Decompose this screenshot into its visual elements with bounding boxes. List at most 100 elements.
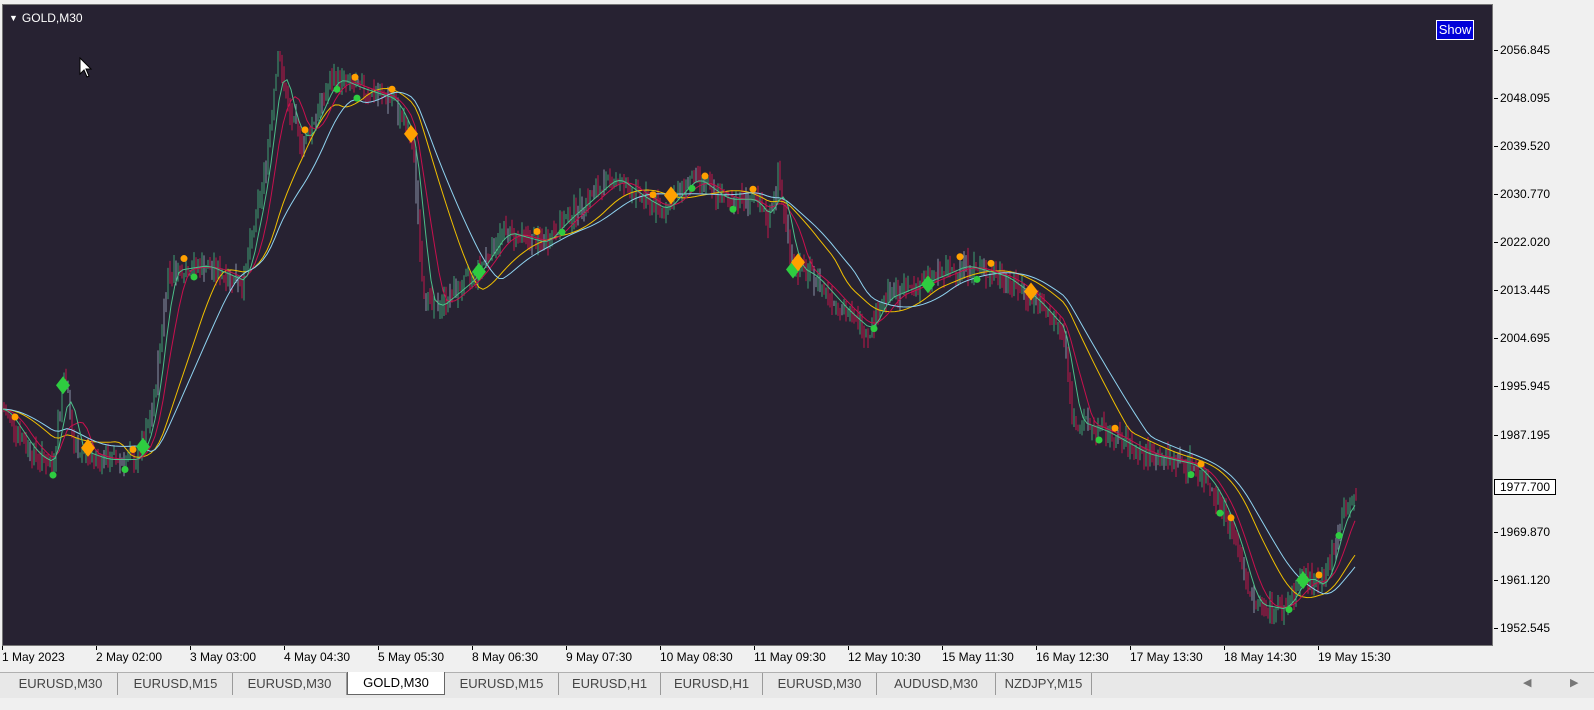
time-label: 2 May 02:00 <box>96 650 163 664</box>
buy-signal-dot <box>1285 606 1293 614</box>
price-tick <box>1494 386 1498 387</box>
time-label: 18 May 14:30 <box>1224 650 1297 664</box>
buy-signal-dot <box>1095 436 1103 444</box>
price-label: 1995.945 <box>1500 379 1551 393</box>
buy-signal-dot <box>190 273 198 281</box>
time-label: 8 May 06:30 <box>472 650 539 664</box>
sell-signal-dot <box>1111 424 1119 432</box>
time-label: 16 May 12:30 <box>1036 650 1109 664</box>
tab-eurusd-m30[interactable]: EURUSD,M30 <box>763 673 877 695</box>
price-scale: 2056.845 2048.095 2039.520 2030.770 2022.020… <box>1494 0 1594 646</box>
time-label: 5 May 05:30 <box>378 650 445 664</box>
symbol-title: ▼ GOLD,M30 <box>9 11 83 25</box>
symbol-title-text: GOLD,M30 <box>21 11 83 25</box>
chevron-left-icon[interactable]: ◀ <box>1523 676 1531 689</box>
fast-ma-line <box>3 82 1356 608</box>
tab-audusd-m30[interactable]: AUDUSD,M30 <box>877 673 996 695</box>
sell-signal-dot <box>987 259 995 267</box>
price-label: 1969.870 <box>1500 525 1551 539</box>
sell-signal-dot <box>649 191 657 199</box>
tab-eurusd-m30[interactable]: EURUSD,M30 <box>4 673 118 695</box>
time-label: 12 May 10:30 <box>848 650 921 664</box>
buy-signal-dot <box>1187 471 1195 479</box>
arrow-cursor-icon <box>79 57 93 78</box>
signal-line <box>3 78 1356 610</box>
time-label: 15 May 11:30 <box>942 650 1014 664</box>
sell-signal-dot <box>533 227 541 235</box>
price-tick <box>1494 435 1498 436</box>
baseline-line <box>3 91 1356 595</box>
price-tick <box>1494 98 1498 99</box>
price-tick <box>1494 580 1498 581</box>
chart-tab-bar: EURUSD,M30 EURUSD,M15 EURUSD,M30 GOLD,M30 EU… <box>0 672 1594 698</box>
price-label: 2013.445 <box>1500 283 1551 297</box>
sell-signal-dot <box>351 73 359 81</box>
tab-eurusd-m30[interactable]: EURUSD,M30 <box>233 673 347 695</box>
tab-eurusd-m15[interactable]: EURUSD,M15 <box>445 673 559 695</box>
buy-signal-dot <box>688 184 696 192</box>
show-button[interactable]: Show <box>1436 20 1474 40</box>
sell-signal-dot <box>956 253 964 261</box>
time-scale: 1 May 2023 2 May 02:00 3 May 03:00 4 May 04… <box>0 646 1494 668</box>
sell-signal-dot <box>1197 460 1205 468</box>
price-label: 1961.120 <box>1500 573 1551 587</box>
price-label: 1987.195 <box>1500 428 1551 442</box>
price-tick <box>1494 532 1498 533</box>
sell-signal-dot <box>388 85 396 93</box>
price-label: 1952.545 <box>1500 621 1551 635</box>
price-label: 2004.695 <box>1500 331 1551 345</box>
current-price-label: 1977.700 <box>1494 479 1556 495</box>
buy-signal-dot <box>1216 509 1224 517</box>
price-tick <box>1494 338 1498 339</box>
time-label: 10 May 08:30 <box>660 650 733 664</box>
price-tick <box>1494 194 1498 195</box>
sell-signal-marker <box>664 186 678 205</box>
sell-signal-dot <box>180 255 188 263</box>
sell-signal-dot <box>749 185 757 193</box>
price-tick <box>1494 50 1498 51</box>
price-tick <box>1494 290 1498 291</box>
time-label: 11 May 09:30 <box>754 650 826 664</box>
buy-signal-dot <box>870 325 878 333</box>
price-label: 2022.020 <box>1500 235 1551 249</box>
time-label: 17 May 13:30 <box>1130 650 1203 664</box>
tab-eurusd-m15[interactable]: EURUSD,M15 <box>119 673 233 695</box>
price-label: 2039.520 <box>1500 139 1551 153</box>
time-label: 1 May 2023 <box>2 650 65 664</box>
buy-signal-dot <box>1335 532 1343 540</box>
tab-eurusd-h1[interactable]: EURUSD,H1 <box>559 673 661 695</box>
time-label: 4 May 04:30 <box>284 650 351 664</box>
sell-signal-dot <box>11 413 19 421</box>
time-label: 9 May 07:30 <box>566 650 633 664</box>
tab-nzdjpy-m15[interactable]: NZDJPY,M15 <box>996 673 1092 695</box>
sell-signal-dot <box>301 126 309 134</box>
sell-signal-dot <box>1315 571 1323 579</box>
buy-signal-dot <box>121 465 129 473</box>
tab-gold-m30[interactable]: GOLD,M30 <box>347 672 445 695</box>
buy-signal-dot <box>558 228 566 236</box>
price-tick <box>1494 242 1498 243</box>
buy-signal-dot <box>729 205 737 213</box>
sell-signal-dot <box>1227 514 1235 522</box>
buy-signal-dot <box>973 275 981 283</box>
sell-signal-dot <box>129 445 137 453</box>
buy-signal-marker <box>921 275 935 294</box>
candles <box>3 51 1357 625</box>
sell-signal-dot <box>701 172 709 180</box>
price-tick <box>1494 146 1498 147</box>
triangle-down-icon[interactable]: ▼ <box>9 13 18 23</box>
buy-signal-dot <box>333 85 341 93</box>
chevron-right-icon[interactable]: ▶ <box>1570 676 1578 689</box>
price-label: 2030.770 <box>1500 187 1551 201</box>
price-chart[interactable] <box>3 5 1492 645</box>
price-tick <box>1494 628 1498 629</box>
buy-signal-dot <box>353 94 361 102</box>
chart-window: ▼ GOLD,M30 Show 2056.845 2048.095 2039.520… <box>0 0 1594 672</box>
buy-signal-dot <box>49 471 57 479</box>
time-label: 3 May 03:00 <box>190 650 257 664</box>
price-label: 2048.095 <box>1500 91 1551 105</box>
chart-plot-area[interactable]: ▼ GOLD,M30 Show <box>2 4 1493 646</box>
tab-eurusd-h1[interactable]: EURUSD,H1 <box>661 673 763 695</box>
time-label: 19 May 15:30 <box>1318 650 1391 664</box>
price-label: 2056.845 <box>1500 43 1551 57</box>
